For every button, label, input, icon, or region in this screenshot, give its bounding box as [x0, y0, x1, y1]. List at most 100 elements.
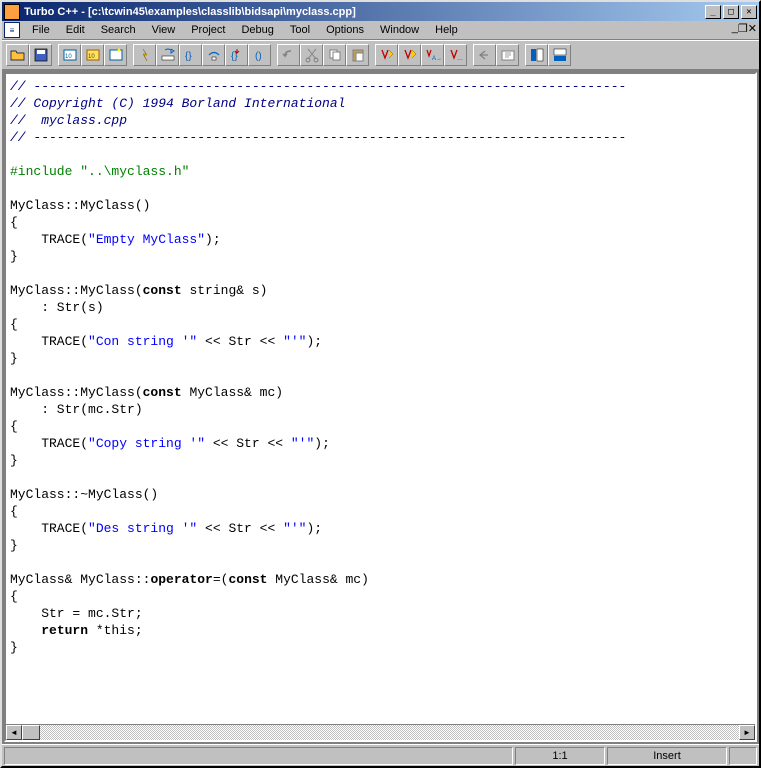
horizontal-scrollbar[interactable]: ◄ ► — [6, 724, 755, 740]
code-line: MyClass::~MyClass() — [10, 487, 158, 502]
code-line: MyClass& mc) — [182, 385, 283, 400]
menu-edit[interactable]: Edit — [58, 22, 93, 38]
scroll-right-button[interactable]: ► — [739, 725, 755, 740]
status-mode: Insert — [607, 747, 727, 765]
keyword: const — [228, 572, 267, 587]
code-line: MyClass::MyClass() — [10, 198, 150, 213]
doc-close-button[interactable]: ✕ — [748, 22, 757, 38]
run-button[interactable] — [133, 44, 156, 66]
menu-tool[interactable]: Tool — [282, 22, 318, 38]
brace: } — [10, 640, 18, 655]
menubar: ≡ File Edit Search View Project Debug To… — [2, 21, 759, 40]
next-msg-button[interactable] — [496, 44, 519, 66]
menu-help[interactable]: Help — [427, 22, 466, 38]
step-into-button[interactable]: {} — [179, 44, 202, 66]
comment-line: // -------------------------------------… — [10, 130, 626, 145]
code-line: ); — [314, 436, 330, 451]
code-line: ); — [306, 521, 322, 536]
keyword: return — [41, 623, 88, 638]
string-literal: "Des string '" — [88, 521, 197, 536]
copy-button[interactable] — [323, 44, 346, 66]
code-line: Str = mc.Str; — [10, 606, 143, 621]
code-line: << Str << — [197, 334, 283, 349]
string-literal: "'" — [283, 334, 306, 349]
scroll-thumb[interactable] — [22, 725, 40, 740]
statusbar: 1:1 Insert — [2, 744, 759, 766]
doc-restore-button[interactable]: ❐ — [738, 22, 748, 38]
string-literal: "'" — [291, 436, 314, 451]
code-line: << Str << — [197, 521, 283, 536]
code-line: MyClass::MyClass( — [10, 283, 143, 298]
scroll-track[interactable] — [40, 725, 739, 740]
brace: { — [10, 419, 18, 434]
find-button[interactable] — [375, 44, 398, 66]
preprocessor: #include — [10, 164, 80, 179]
status-extra — [729, 747, 757, 765]
minimize-button[interactable]: _ — [705, 5, 721, 19]
code-line: TRACE( — [10, 521, 88, 536]
string-literal: "Empty MyClass" — [88, 232, 205, 247]
status-position: 1:1 — [515, 747, 605, 765]
svg-text:A→B: A→B — [432, 56, 441, 62]
brace: } — [10, 538, 18, 553]
compile-button[interactable]: 10 — [58, 44, 81, 66]
code-line: : Str(s) — [10, 300, 104, 315]
message-window-button[interactable] — [548, 44, 571, 66]
code-line: : Str(mc.Str) — [10, 402, 143, 417]
svg-text:10: 10 — [65, 54, 72, 60]
code-line: TRACE( — [10, 334, 88, 349]
prev-msg-button[interactable] — [473, 44, 496, 66]
document-icon[interactable]: ≡ — [4, 22, 20, 38]
make-button[interactable]: 10 — [81, 44, 104, 66]
svg-text:{}: {} — [185, 51, 192, 62]
string-literal: "'" — [283, 521, 306, 536]
toolbar: 10 10 {} {} () A→B ... — [2, 40, 759, 70]
code-line: MyClass::MyClass( — [10, 385, 143, 400]
menu-search[interactable]: Search — [93, 22, 144, 38]
code-editor: // -------------------------------------… — [4, 72, 757, 742]
open-button[interactable] — [6, 44, 29, 66]
brace: { — [10, 589, 18, 604]
menu-file[interactable]: File — [24, 22, 58, 38]
keyword: const — [143, 283, 182, 298]
app-window: Turbo C++ - [c:\tcwin45\examples\classli… — [0, 0, 761, 768]
status-message — [4, 747, 513, 765]
find-next-button[interactable] — [398, 44, 421, 66]
close-button[interactable]: ✕ — [741, 5, 757, 19]
comment-line: // -------------------------------------… — [10, 79, 626, 94]
run-to-button[interactable]: () — [248, 44, 271, 66]
undo-button[interactable] — [277, 44, 300, 66]
brace: } — [10, 453, 18, 468]
project-window-button[interactable] — [525, 44, 548, 66]
cut-button[interactable] — [300, 44, 323, 66]
code-text[interactable]: // -------------------------------------… — [6, 74, 755, 724]
keyword: operator — [150, 572, 212, 587]
titlebar: Turbo C++ - [c:\tcwin45\examples\classli… — [2, 2, 759, 21]
code-line: string& s) — [182, 283, 268, 298]
step-over-button[interactable] — [156, 44, 179, 66]
code-line: TRACE( — [10, 436, 88, 451]
trace-into-button[interactable]: {} — [225, 44, 248, 66]
scroll-left-button[interactable]: ◄ — [6, 725, 22, 740]
brace: { — [10, 317, 18, 332]
code-line: ); — [205, 232, 221, 247]
editor-area: // -------------------------------------… — [2, 70, 759, 744]
include-path: "..\myclass.h" — [80, 164, 189, 179]
save-button[interactable] — [29, 44, 52, 66]
code-line: MyClass& mc) — [267, 572, 368, 587]
menu-view[interactable]: View — [144, 22, 184, 38]
menu-project[interactable]: Project — [183, 22, 233, 38]
step-out-button[interactable] — [202, 44, 225, 66]
build-button[interactable] — [104, 44, 127, 66]
maximize-button[interactable]: □ — [723, 5, 739, 19]
find-in-files-button[interactable]: ... — [444, 44, 467, 66]
replace-button[interactable]: A→B — [421, 44, 444, 66]
paste-button[interactable] — [346, 44, 369, 66]
brace: } — [10, 249, 18, 264]
menu-window[interactable]: Window — [372, 22, 427, 38]
menu-options[interactable]: Options — [318, 22, 372, 38]
menu-debug[interactable]: Debug — [233, 22, 281, 38]
brace: } — [10, 351, 18, 366]
code-line: MyClass& MyClass:: — [10, 572, 150, 587]
code-line: *this; — [88, 623, 143, 638]
